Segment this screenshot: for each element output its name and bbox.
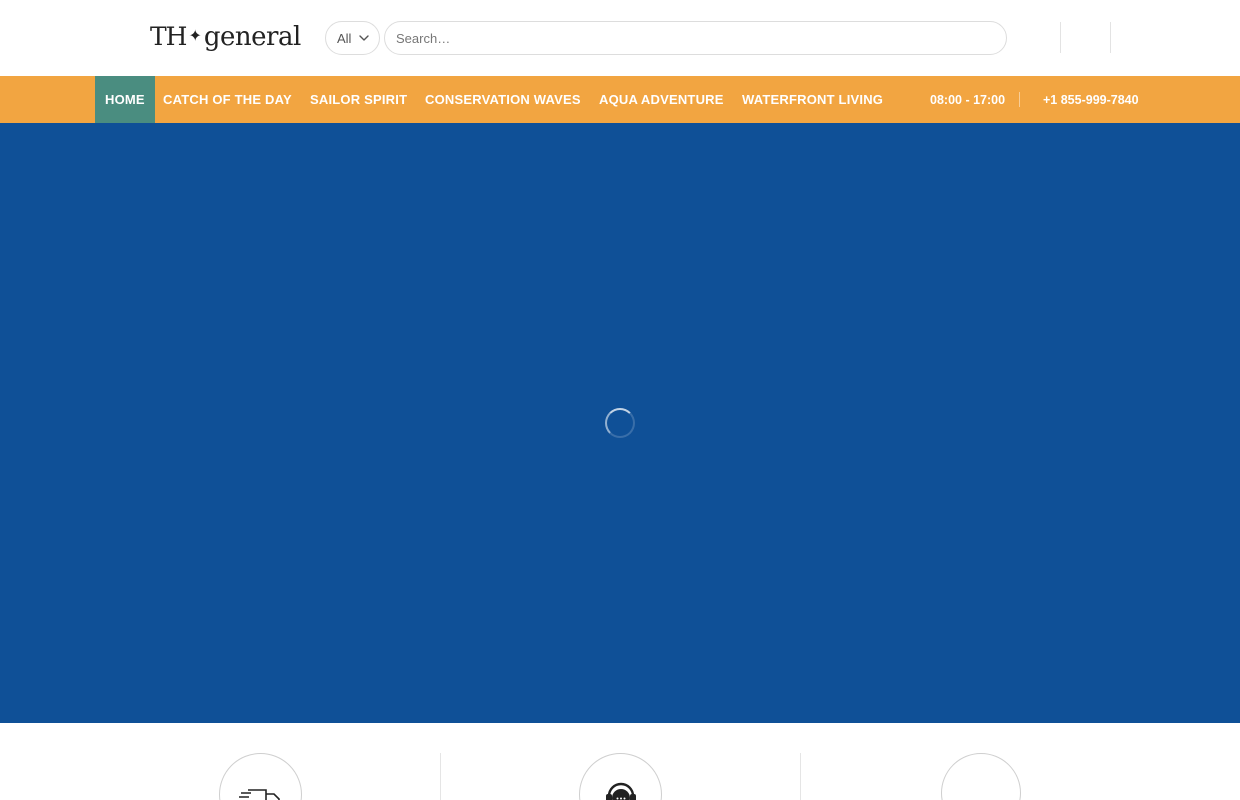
nav-item-sailor-spirit[interactable]: SAILOR SPIRIT (310, 76, 407, 123)
hero-banner (0, 123, 1240, 723)
nav-item-label: SAILOR SPIRIT (310, 92, 408, 107)
opening-hours: 08:00 - 17:00 (930, 92, 1006, 107)
header-divider (1110, 22, 1111, 53)
spinner-icon (605, 408, 635, 438)
feature-divider (440, 753, 441, 800)
logo-text-general: general (203, 22, 301, 52)
nav-item-catch-of-the-day[interactable]: CATCH OF THE DAY (163, 76, 292, 123)
header-divider (1060, 22, 1061, 53)
logo-star-icon: ✦ (188, 26, 202, 45)
phone-link[interactable]: +1 855-999-7840 (1043, 76, 1139, 123)
nav-item-waterfront-living[interactable]: WATERFRONT LIVING (742, 76, 883, 123)
feature-empty (941, 753, 1021, 800)
main-nav: HOME CATCH OF THE DAY SAILOR SPIRIT CONS… (0, 76, 1240, 123)
nav-item-label: AQUA ADVENTURE (599, 92, 724, 107)
nav-item-label: HOME (105, 92, 145, 107)
feature-delivery (219, 753, 302, 800)
support-headset-icon (606, 782, 636, 800)
feature-divider (800, 753, 801, 800)
nav-item-home[interactable]: HOME (95, 76, 155, 123)
feature-support (579, 753, 662, 800)
category-select[interactable]: All (325, 21, 380, 55)
delivery-truck-icon (239, 789, 280, 800)
nav-item-aqua-adventure[interactable]: AQUA ADVENTURE (599, 76, 724, 123)
nav-item-label: WATERFRONT LIVING (742, 92, 884, 107)
logo-text-th: TH (150, 22, 187, 51)
search-input[interactable] (384, 21, 1007, 55)
nav-item-label: CONSERVATION WAVES (425, 92, 581, 107)
features-row (0, 723, 1240, 800)
nav-item-label: CATCH OF THE DAY (163, 92, 292, 107)
chevron-down-icon (359, 35, 369, 41)
site-header: TH ✦ general All (0, 0, 1240, 76)
nav-item-conservation-waves[interactable]: CONSERVATION WAVES (425, 76, 581, 123)
site-logo[interactable]: TH ✦ general (150, 22, 301, 56)
category-select-value: All (337, 30, 352, 46)
nav-info-divider (1019, 92, 1020, 107)
